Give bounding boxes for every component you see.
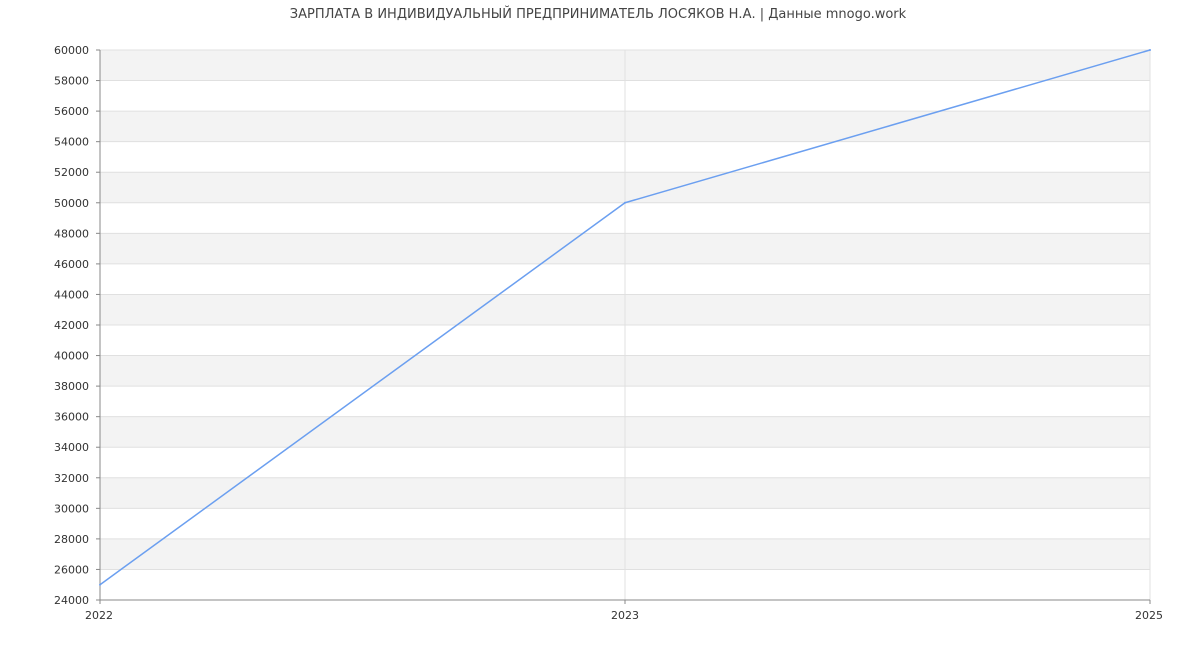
y-tick-label: 42000 bbox=[54, 319, 89, 332]
y-tick-label: 44000 bbox=[54, 288, 89, 301]
y-axis-ticks: 24000 26000 28000 30000 32000 34000 36000 38000… bbox=[54, 44, 100, 607]
y-tick-label: 40000 bbox=[54, 350, 89, 363]
x-tick-label: 2025 bbox=[1135, 609, 1163, 622]
y-tick-label: 26000 bbox=[54, 563, 89, 576]
y-tick-label: 34000 bbox=[54, 441, 89, 454]
y-tick-label: 58000 bbox=[54, 75, 89, 88]
y-tick-label: 38000 bbox=[54, 380, 89, 393]
y-tick-label: 56000 bbox=[54, 105, 89, 118]
y-tick-label: 52000 bbox=[54, 166, 89, 179]
y-tick-label: 54000 bbox=[54, 136, 89, 149]
x-axis-ticks: 2022 2023 2025 bbox=[85, 600, 1163, 622]
data-point bbox=[1149, 49, 1151, 51]
x-tick-label: 2023 bbox=[611, 609, 639, 622]
y-tick-label: 50000 bbox=[54, 197, 89, 210]
y-tick-label: 46000 bbox=[54, 258, 89, 271]
data-point bbox=[99, 583, 101, 586]
chart-container: ЗАРПЛАТА В ИНДИВИДУАЛЬНЫЙ ПРЕДПРИНИМАТЕЛ… bbox=[0, 0, 1200, 650]
data-point bbox=[624, 201, 626, 204]
chart-title: ЗАРПЛАТА В ИНДИВИДУАЛЬНЫЙ ПРЕДПРИНИМАТЕЛ… bbox=[290, 6, 907, 22]
y-tick-label: 36000 bbox=[54, 411, 89, 424]
y-tick-label: 24000 bbox=[54, 594, 89, 607]
x-tick-label: 2022 bbox=[85, 609, 113, 622]
line-chart: ЗАРПЛАТА В ИНДИВИДУАЛЬНЫЙ ПРЕДПРИНИМАТЕЛ… bbox=[54, 6, 1163, 622]
y-tick-label: 60000 bbox=[54, 44, 89, 57]
y-tick-label: 32000 bbox=[54, 472, 89, 485]
y-tick-label: 30000 bbox=[54, 502, 89, 515]
y-tick-label: 28000 bbox=[54, 533, 89, 546]
y-tick-label: 48000 bbox=[54, 227, 89, 240]
